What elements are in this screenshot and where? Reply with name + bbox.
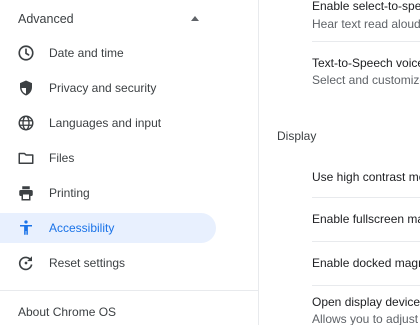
row-divider [312, 197, 420, 198]
accessibility-icon [20, 220, 32, 235]
globe-icon [18, 115, 34, 131]
printer-icon [19, 186, 33, 201]
row-title: Use high contrast mode [312, 170, 420, 184]
folder-icon [18, 152, 34, 164]
sidebar-item-languages-and-input[interactable]: Languages and input [0, 108, 216, 138]
sidebar-item-date-and-time[interactable]: Date and time [0, 38, 216, 68]
sidebar-item-privacy-and-security[interactable]: Privacy and security [0, 73, 216, 103]
row-title: Enable fullscreen magnifier [312, 212, 420, 226]
row-title: Text-to-Speech voice settings [312, 56, 420, 70]
row-title: Open display device settings [312, 295, 420, 309]
tts-voice-settings-row[interactable]: Text-to-Speech voice settings Select and… [300, 50, 420, 87]
sidebar-item-label: Accessibility [49, 221, 115, 235]
advanced-section-header[interactable]: Advanced [0, 0, 228, 40]
sidebar-item-label: Files [49, 151, 75, 165]
advanced-label: Advanced [18, 12, 74, 26]
row-title: Enable docked magnifier [312, 256, 420, 270]
sidebar: Advanced Date and time Privacy and secur… [0, 0, 258, 325]
sidebar-item-printing[interactable]: Printing [0, 178, 216, 208]
docked-magnifier-row[interactable]: Enable docked magnifier [300, 246, 420, 282]
row-divider [312, 241, 420, 242]
sidebar-item-reset-settings[interactable]: Reset settings [0, 248, 216, 278]
row-subtitle: Allows you to adjust [312, 312, 419, 325]
high-contrast-row[interactable]: Use high contrast mode [300, 158, 420, 194]
display-section-title: Display [277, 129, 317, 143]
about-chrome-os-link[interactable]: About Chrome OS [18, 305, 116, 319]
collapse-caret-icon[interactable] [191, 16, 199, 21]
sidebar-item-files[interactable]: Files [0, 143, 216, 173]
clock-icon [18, 45, 34, 61]
sidebar-item-label: Date and time [49, 46, 124, 60]
row-divider [312, 41, 420, 42]
select-to-speak-row[interactable]: Enable select-to-speak Hear text read al… [300, 0, 420, 36]
row-subtitle: Select and customize [312, 73, 420, 87]
row-title: Enable select-to-speak [312, 0, 420, 13]
sidebar-item-label: Printing [49, 186, 90, 200]
reset-icon [18, 256, 33, 271]
row-subtitle: Hear text read aloud [312, 17, 420, 31]
sidebar-item-label: Languages and input [49, 116, 162, 130]
sidebar-item-accessibility[interactable]: Accessibility [0, 213, 216, 243]
sidebar-item-label: Privacy and security [49, 81, 157, 95]
sidebar-item-label: Reset settings [49, 256, 126, 270]
fullscreen-magnifier-row[interactable]: Enable fullscreen magnifier [300, 202, 420, 238]
sidebar-divider [0, 290, 258, 291]
row-divider [312, 285, 420, 286]
display-device-settings-row[interactable]: Open display device settings Allows you … [300, 290, 420, 325]
shield-icon [20, 80, 32, 96]
settings-main-panel: Enable select-to-speak Hear text read al… [259, 0, 420, 325]
